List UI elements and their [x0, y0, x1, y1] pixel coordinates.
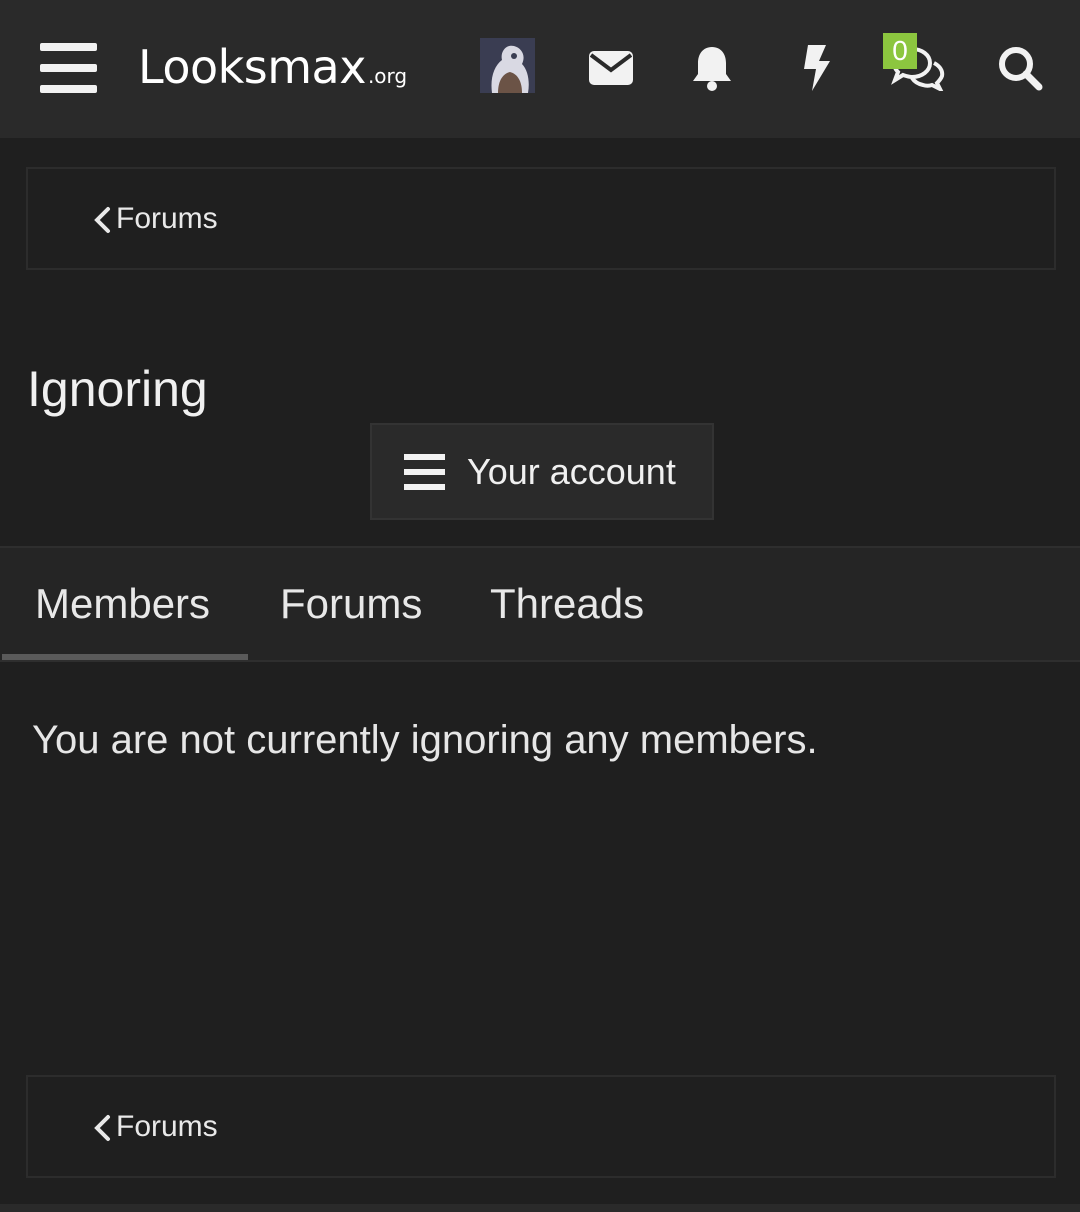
empty-state-message: You are not currently ignoring any membe… — [32, 718, 818, 762]
chevron-left-icon — [94, 1115, 110, 1141]
your-account-button[interactable]: Your account — [370, 423, 714, 520]
user-avatar[interactable] — [480, 38, 535, 93]
logo-tld: .org — [367, 64, 408, 88]
active-tab-indicator — [2, 654, 248, 660]
your-account-label: Your account — [467, 450, 676, 492]
bell-icon[interactable] — [682, 40, 742, 96]
logo-text: Looksmax — [138, 40, 366, 94]
lightning-icon[interactable] — [786, 40, 846, 96]
tab-threads[interactable]: Threads — [490, 548, 644, 660]
page-title: Ignoring — [27, 360, 208, 417]
tab-forums[interactable]: Forums — [280, 548, 422, 660]
envelope-icon[interactable] — [581, 40, 641, 96]
menu-icon[interactable] — [40, 43, 97, 93]
tab-bar: Members Forums Threads — [0, 546, 1080, 662]
chevron-left-icon — [94, 207, 110, 233]
breadcrumb-bottom-label: Forums — [116, 1109, 218, 1143]
site-logo[interactable]: Looksmax .org — [138, 40, 407, 96]
search-icon[interactable] — [990, 40, 1050, 96]
footer-edge — [0, 1204, 1080, 1212]
top-navigation-bar: Looksmax .org 0 — [0, 0, 1080, 138]
breadcrumb-bottom[interactable]: Forums — [26, 1075, 1056, 1178]
menu-icon — [404, 453, 445, 490]
breadcrumb-top[interactable]: Forums — [26, 167, 1056, 270]
breadcrumb-top-label: Forums — [116, 201, 218, 235]
tab-members[interactable]: Members — [35, 548, 210, 660]
conversations-count-badge: 0 — [883, 33, 917, 69]
